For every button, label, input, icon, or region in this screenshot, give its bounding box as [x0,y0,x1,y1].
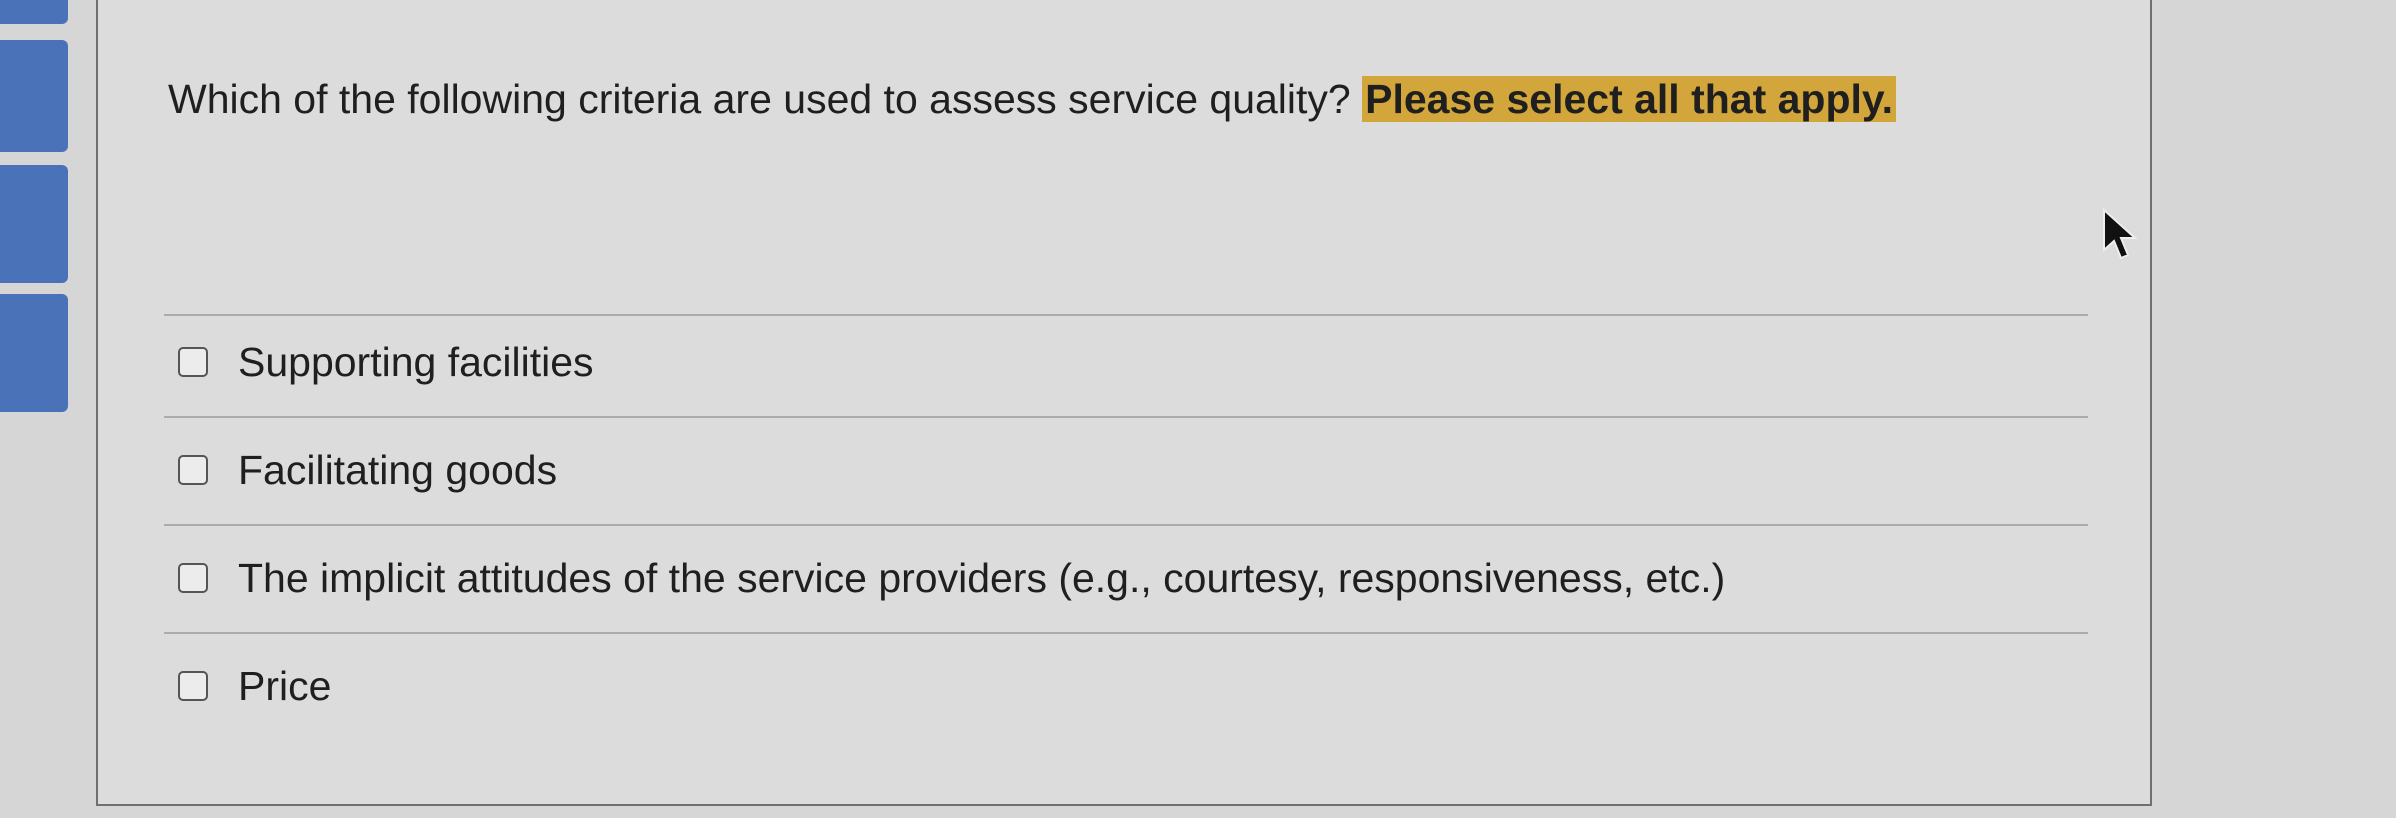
option-label: Facilitating goods [238,446,558,493]
option-supporting-facilities[interactable]: Supporting facilities [178,332,594,392]
option-label: Price [238,662,332,709]
checkbox[interactable] [178,671,208,701]
question-nav-item[interactable] [0,40,68,152]
question-nav-item[interactable] [0,165,68,283]
question-card: Which of the following criteria are used… [96,0,2152,806]
divider [164,632,2088,634]
divider [164,524,2088,526]
mouse-cursor-icon [2103,208,2138,260]
question-nav-item[interactable] [0,0,68,24]
divider [164,314,2088,316]
option-implicit-attitudes[interactable]: The implicit attitudes of the service pr… [178,548,1725,608]
question-nav-item[interactable] [0,294,68,412]
checkbox[interactable] [178,347,208,377]
option-price[interactable]: Price [178,656,331,716]
select-all-instruction: Please select all that apply. [1362,76,1897,122]
checkbox[interactable] [178,455,208,485]
checkbox[interactable] [178,563,208,593]
option-label: The implicit attitudes of the service pr… [238,554,1726,601]
divider [164,416,2088,418]
option-label: Supporting facilities [238,338,594,385]
option-facilitating-goods[interactable]: Facilitating goods [178,440,557,500]
question-text: Which of the following criteria are used… [168,60,2128,138]
question-prompt: Which of the following criteria are used… [168,76,1351,122]
